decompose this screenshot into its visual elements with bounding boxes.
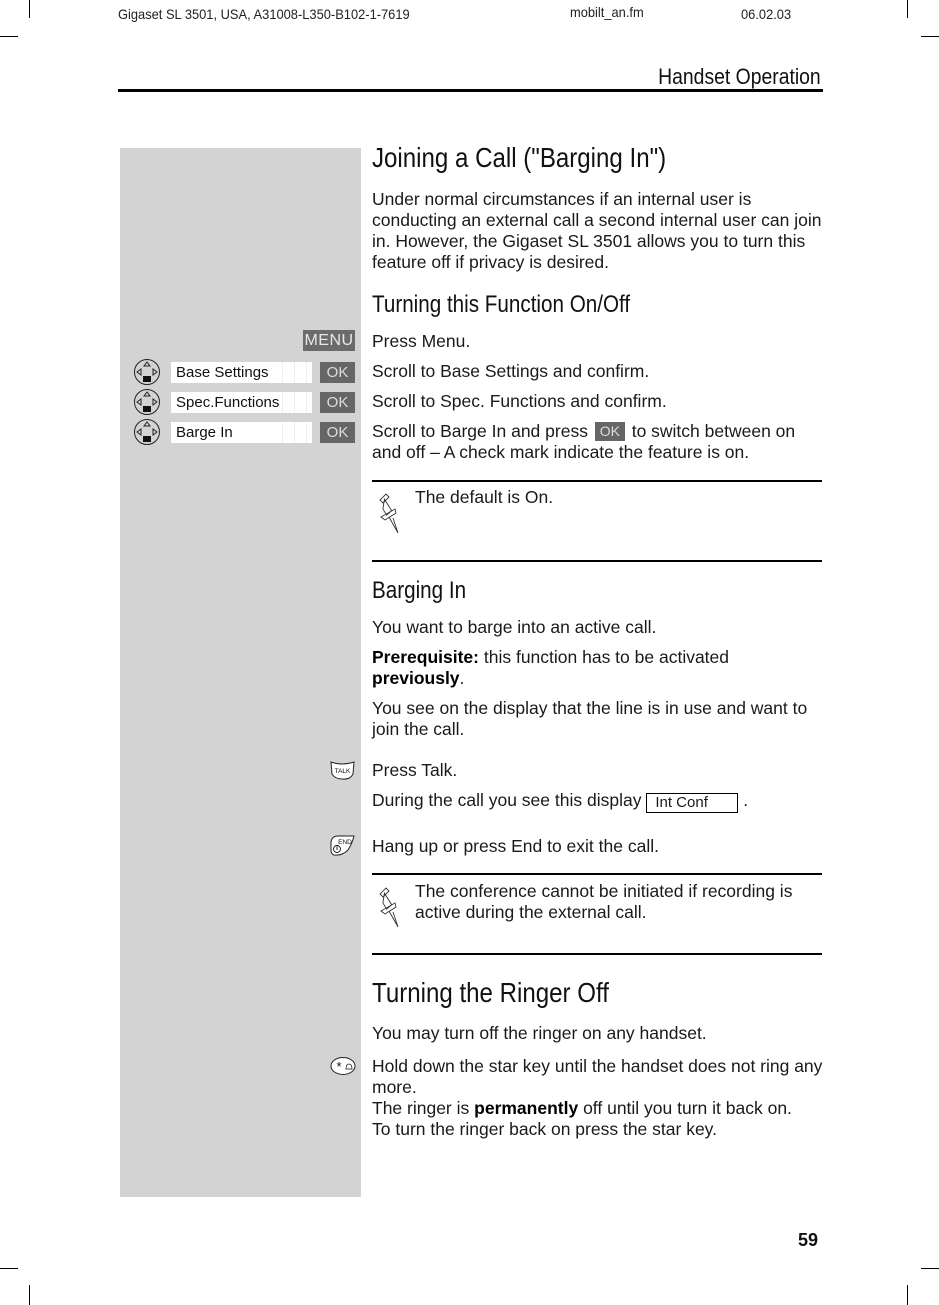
step-star-key: Hold down the star key until the handset…	[372, 1056, 824, 1140]
ok-key[interactable]: OK	[320, 392, 355, 413]
heading-joining-call: Joining a Call ("Barging In")	[372, 142, 667, 173]
step-press-end: Hang up or press End to exit the call.	[372, 836, 659, 856]
prerequisite-label: Prerequisite:	[372, 647, 479, 667]
step-barge-in-text-a: Scroll to Barge In and press	[372, 421, 588, 441]
star-step-text-1: Hold down the star key until the handset…	[372, 1056, 823, 1097]
note-conference: The conference cannot be initiated if re…	[415, 881, 793, 922]
heading-ringer-off: Turning the Ringer Off	[372, 977, 609, 1008]
display-text-end: .	[743, 790, 749, 810]
svg-text:END: END	[338, 839, 352, 846]
svg-text:TALK: TALK	[335, 768, 351, 775]
page-number: 59	[798, 1230, 819, 1250]
header-rule	[118, 89, 823, 92]
star-step-text-2c: off until you turn it back on.	[583, 1098, 792, 1118]
crop-mark	[0, 36, 18, 37]
step-barge-in: Scroll to Barge In and press OK to switc…	[372, 421, 824, 463]
star-step-text-2a: The ringer is	[372, 1098, 470, 1118]
note-rule-bottom	[372, 953, 822, 955]
joining-intro: Under normal circumstances if an interna…	[372, 189, 822, 272]
section-title: Handset Operation	[658, 64, 821, 89]
crop-mark	[29, 1285, 30, 1305]
crop-mark	[921, 36, 939, 37]
crop-mark	[29, 0, 30, 18]
prerequisite-bold: previously	[372, 668, 460, 688]
pushpin-icon	[379, 493, 399, 534]
nav-key-icon	[134, 359, 160, 385]
display-base-settings: Base Settings	[171, 362, 312, 383]
ok-key[interactable]: OK	[320, 422, 355, 443]
star-step-text-3: To turn the ringer back on press the sta…	[372, 1119, 717, 1139]
display-text: During the call you see this display	[372, 790, 642, 810]
crop-mark	[907, 1285, 908, 1305]
doc-date: 06.02.03	[741, 6, 792, 22]
nav-key-icon	[134, 389, 160, 415]
prerequisite: Prerequisite: this function has to be ac…	[372, 647, 730, 688]
note-default-on: The default is On.	[415, 487, 554, 507]
step-spec-functions: Scroll to Spec. Functions and confirm.	[372, 391, 667, 411]
display-barge-in: Barge In	[171, 422, 312, 443]
note-rule-bottom	[372, 560, 822, 562]
crop-mark	[0, 1268, 18, 1269]
star-step-text-2: The ringer is permanently off until you …	[372, 1098, 824, 1119]
barging-intro: You want to barge into an active call.	[372, 617, 657, 637]
display-spec-functions: Spec.Functions	[171, 392, 312, 413]
display-int-conf: Int Conf	[646, 793, 739, 813]
note-rule-top	[372, 480, 822, 482]
crop-mark	[907, 0, 908, 18]
star-key-icon[interactable]: *	[330, 1056, 356, 1076]
svg-text:*: *	[336, 1059, 341, 1074]
end-key-icon[interactable]: END	[330, 834, 355, 858]
step-display-int-conf: During the call you see this display Int…	[372, 790, 824, 813]
inline-ok-key: OK	[594, 422, 625, 441]
pushpin-icon	[379, 887, 399, 928]
step-base-settings: Scroll to Base Settings and confirm.	[372, 361, 650, 381]
step-press-talk: Press Talk.	[372, 760, 458, 780]
step-press-menu: Press Menu.	[372, 331, 471, 351]
file-name: mobilt_an.fm	[570, 4, 644, 20]
barging-display-info: You see on the display that the line is …	[372, 698, 808, 739]
margin-column	[120, 148, 361, 1197]
heading-barging-in: Barging In	[372, 577, 467, 604]
menu-key[interactable]: MENU	[303, 330, 355, 351]
ok-key[interactable]: OK	[320, 362, 355, 383]
crop-mark	[921, 1268, 939, 1269]
star-step-bold: permanently	[474, 1098, 579, 1118]
talk-key-icon[interactable]: TALK	[330, 760, 355, 781]
nav-key-icon	[134, 419, 160, 445]
prerequisite-text: this function has to be activated	[483, 647, 730, 667]
note-rule-top	[372, 873, 822, 875]
subheading-on-off: Turning this Function On/Off	[372, 291, 631, 318]
doc-id: Gigaset SL 3501, USA, A31008-L350-B102-1…	[118, 6, 410, 22]
ringer-intro: You may turn off the ringer on any hands…	[372, 1023, 707, 1043]
